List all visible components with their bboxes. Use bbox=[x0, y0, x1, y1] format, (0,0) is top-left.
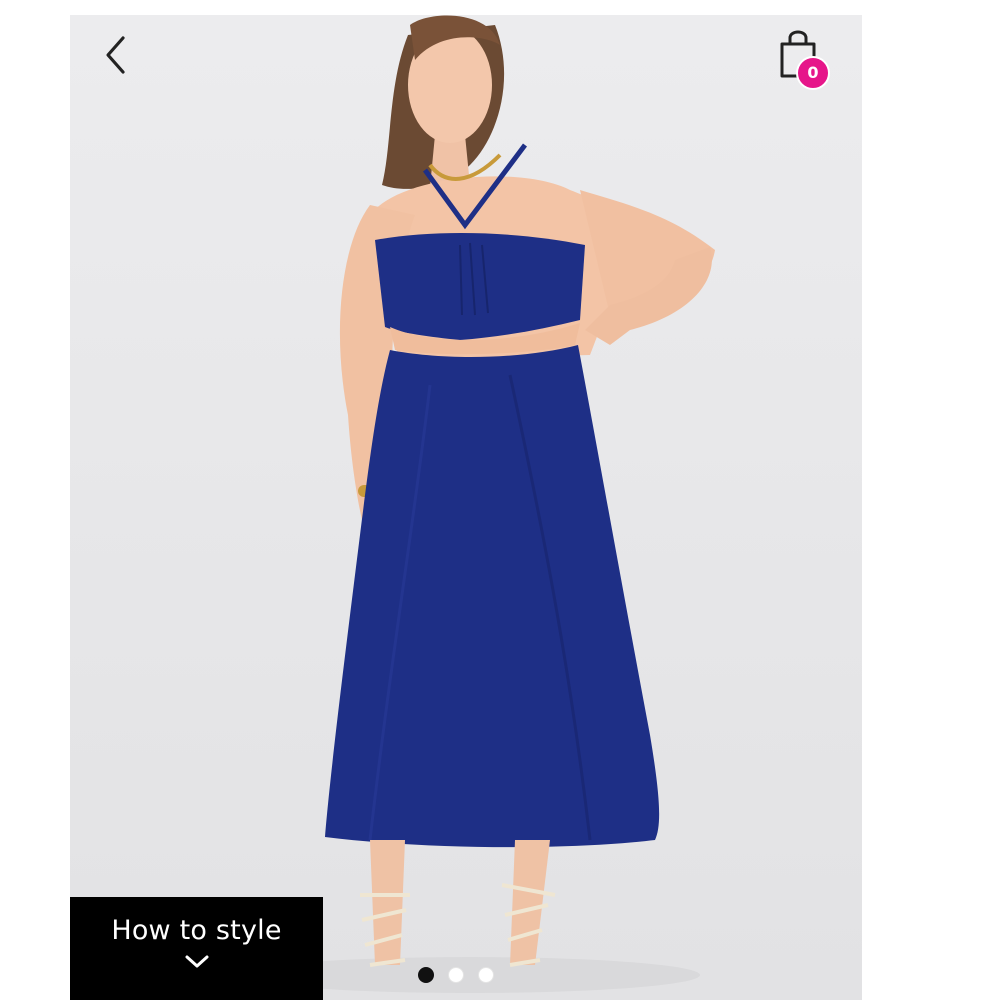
carousel-dot-2[interactable] bbox=[448, 967, 464, 983]
product-detail-screen: 0 How to style bbox=[0, 0, 1000, 1000]
chevron-left-icon bbox=[103, 35, 127, 80]
shopping-bag-button[interactable]: 0 bbox=[770, 24, 834, 90]
product-photo[interactable] bbox=[70, 15, 862, 1000]
bag-count-badge: 0 bbox=[796, 56, 830, 90]
chevron-down-icon bbox=[184, 954, 210, 975]
back-button[interactable] bbox=[98, 34, 132, 80]
how-to-style-label: How to style bbox=[111, 915, 282, 946]
carousel-dot-1[interactable] bbox=[418, 967, 434, 983]
how-to-style-button[interactable]: How to style bbox=[70, 897, 323, 1000]
model-in-dress-illustration bbox=[240, 15, 715, 993]
carousel-dot-3[interactable] bbox=[478, 967, 494, 983]
carousel-indicator bbox=[418, 964, 494, 986]
